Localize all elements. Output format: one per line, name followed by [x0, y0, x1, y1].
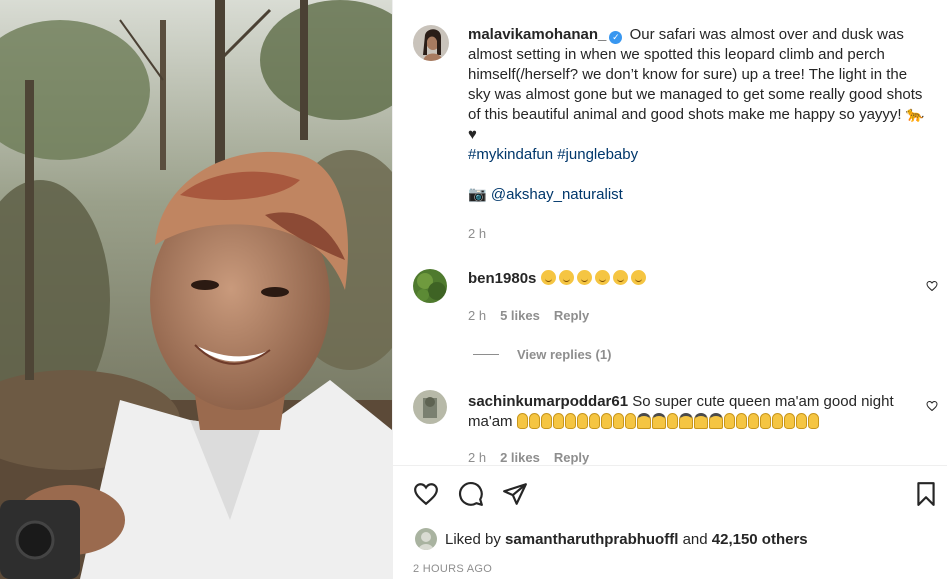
- caption-text: Our safari was almost over and dusk was …: [468, 26, 925, 143]
- comment-2-username[interactable]: sachinkumarpoddar61: [468, 393, 628, 410]
- smile-emoji-icon: [540, 270, 556, 285]
- liked-by-summary[interactable]: Liked by samantharuthprabhuoffl and 42,1…: [415, 528, 808, 550]
- commenter-avatar[interactable]: [413, 390, 447, 424]
- clap-emoji-icon: [630, 270, 646, 285]
- liked-by-and: and: [682, 530, 708, 548]
- post-photo: [0, 0, 392, 579]
- replies-divider: [473, 354, 499, 355]
- comment-1-time: 2 h: [468, 308, 487, 323]
- comment-2-time: 2 h: [468, 450, 487, 465]
- clap-emoji-icon: [558, 270, 574, 285]
- commenter-avatar[interactable]: [413, 269, 447, 303]
- camera-icon: 📷: [468, 186, 487, 203]
- comment-1-emojis: [540, 270, 649, 287]
- comment-2-reply-button[interactable]: Reply: [554, 450, 589, 465]
- liked-by-prefix: Liked by: [445, 530, 501, 548]
- caption-mention[interactable]: @akshay_naturalist: [491, 186, 623, 203]
- comment-icon[interactable]: [458, 481, 484, 507]
- caption-time: 2 h: [468, 226, 487, 241]
- comment-2: sachinkumarpoddar61 So super cute queen …: [468, 392, 908, 432]
- comment-2-meta: 2 h 2 likes Reply: [468, 450, 603, 465]
- comment-1-meta: 2 h 5 likes Reply: [468, 308, 603, 323]
- comment-2-emojis: [516, 413, 820, 430]
- post-image[interactable]: [0, 0, 392, 579]
- verified-badge-icon: ✓: [609, 31, 623, 44]
- liker-avatar: [415, 528, 437, 550]
- post-detail-panel: malavikamohanan_ ✓ Our safari was almost …: [392, 0, 947, 579]
- post-caption: malavikamohanan_ ✓ Our safari was almost …: [468, 25, 928, 205]
- caption-hashtags[interactable]: #mykindafun #junglebaby: [468, 146, 638, 163]
- smile-emoji-icon: [576, 270, 592, 285]
- heart-icon[interactable]: [413, 481, 439, 507]
- clap-emoji-icon: [594, 270, 610, 285]
- comment-1-reply-button[interactable]: Reply: [554, 308, 589, 323]
- smile-emoji-icon: [612, 270, 628, 285]
- bookmark-icon[interactable]: [913, 481, 939, 507]
- post-timestamp: 2 HOURS AGO: [413, 563, 493, 575]
- author-avatar[interactable]: [413, 25, 449, 61]
- paper-plane-icon[interactable]: [502, 481, 528, 507]
- comment-1-username[interactable]: ben1980s: [468, 270, 536, 287]
- comment-1-like-icon[interactable]: [926, 280, 938, 292]
- author-username[interactable]: malavikamohanan_: [468, 26, 606, 43]
- comment-2-meta-clip: 2 h 2 likes Reply: [393, 445, 947, 465]
- liked-by-user[interactable]: samantharuthprabhuoffl: [505, 531, 678, 548]
- view-replies-label: View replies (1): [517, 347, 612, 362]
- view-replies-button[interactable]: View replies (1): [473, 347, 611, 362]
- comment-1-likes[interactable]: 5 likes: [500, 308, 540, 323]
- liked-by-count[interactable]: 42,150 others: [712, 531, 808, 548]
- comment-2-likes[interactable]: 2 likes: [500, 450, 540, 465]
- actions-divider: [393, 465, 947, 466]
- comment-2-like-icon[interactable]: [926, 400, 938, 412]
- comment-1: ben1980s: [468, 269, 908, 289]
